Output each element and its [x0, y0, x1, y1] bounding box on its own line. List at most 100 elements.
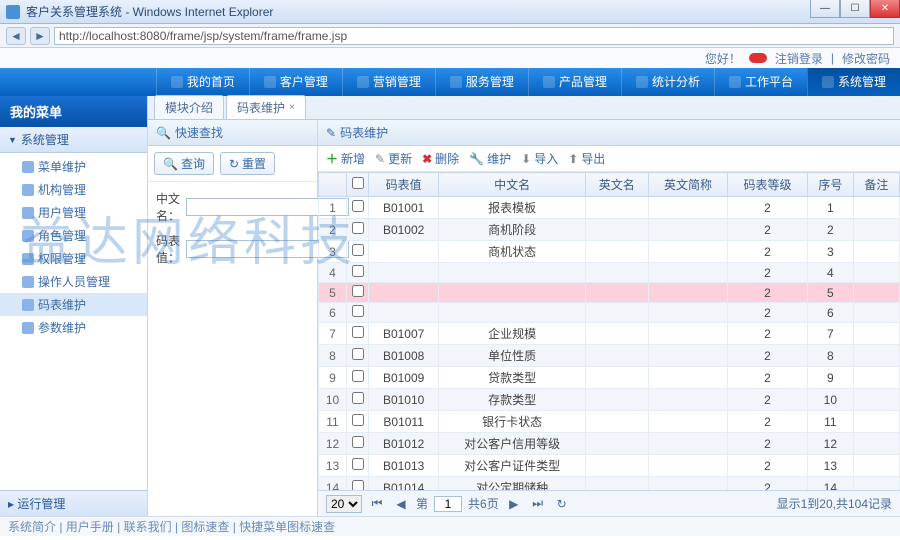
row-checkbox[interactable] — [352, 348, 364, 360]
select-all-checkbox[interactable] — [352, 177, 364, 189]
sidebar-group-system[interactable]: ▼ 系统管理 — [0, 127, 147, 153]
row-checkbox[interactable] — [352, 326, 364, 338]
col-header[interactable]: 序号 — [807, 173, 853, 197]
nav-icon — [636, 76, 648, 88]
row-checkbox[interactable] — [352, 480, 364, 490]
url-input[interactable]: http://localhost:8080/frame/jsp/system/f… — [54, 27, 894, 45]
sidebar-item[interactable]: 角色管理 — [0, 224, 147, 247]
table-row[interactable]: 1B01001报表模板21 — [319, 197, 900, 219]
edit-button[interactable]: ✎更新 — [375, 150, 412, 167]
window-titlebar: 客户关系管理系统 - Windows Internet Explorer — ☐… — [0, 0, 900, 24]
row-checkbox[interactable] — [352, 265, 364, 277]
nav-item[interactable]: 我的首页 — [156, 68, 249, 96]
add-button[interactable]: ＋新增 — [326, 150, 365, 167]
prev-page-button[interactable]: ◀ — [392, 495, 410, 513]
maintain-button[interactable]: 🔧维护 — [469, 150, 511, 167]
sidebar-item[interactable]: 参数维护 — [0, 316, 147, 339]
row-checkbox[interactable] — [352, 244, 364, 256]
last-page-button[interactable]: ⏭ — [529, 495, 547, 513]
sidebar-group-operation[interactable]: ▸ 运行管理 — [0, 490, 147, 516]
next-page-button[interactable]: ▶ — [505, 495, 523, 513]
nav-item[interactable]: 客户管理 — [249, 68, 342, 96]
col-header[interactable]: 英文名 — [585, 173, 648, 197]
close-tab-icon[interactable]: × — [289, 102, 295, 113]
table-row[interactable]: 525 — [319, 283, 900, 303]
table-row[interactable]: 14B01014对公定期储种214 — [319, 477, 900, 491]
nav-item[interactable]: 统计分析 — [621, 68, 714, 96]
nav-item[interactable]: 服务管理 — [435, 68, 528, 96]
refresh-button[interactable]: ↻ — [553, 495, 571, 513]
nav-item[interactable]: 产品管理 — [528, 68, 621, 96]
query-button[interactable]: 🔍查询 — [154, 152, 214, 175]
close-button[interactable]: ✕ — [870, 0, 900, 18]
sidebar-item[interactable]: 操作人员管理 — [0, 270, 147, 293]
table-row[interactable]: 3商机状态23 — [319, 241, 900, 263]
minimize-button[interactable]: — — [810, 0, 840, 18]
chevron-right-icon: ▸ — [8, 497, 14, 511]
maximize-button[interactable]: ☐ — [840, 0, 870, 18]
sidebar-item[interactable]: 用户管理 — [0, 201, 147, 224]
row-checkbox[interactable] — [352, 414, 364, 426]
row-checkbox[interactable] — [352, 458, 364, 470]
search-panel-header: 🔍 快速查找 — [148, 120, 317, 146]
table-row[interactable]: 11B01011银行卡状态211 — [319, 411, 900, 433]
nav-icon — [729, 76, 741, 88]
col-index — [319, 173, 347, 197]
pager: 20 ⏮ ◀ 第 共6页 ▶ ⏭ ↻ 显示1到20,共104记录 — [318, 490, 900, 516]
sidebar-item[interactable]: 菜单维护 — [0, 155, 147, 178]
table-row[interactable]: 2B01002商机阶段22 — [319, 219, 900, 241]
sidebar-item[interactable]: 码表维护 — [0, 293, 147, 316]
nav-item[interactable]: 工作平台 — [714, 68, 807, 96]
row-checkbox[interactable] — [352, 222, 364, 234]
table-row[interactable]: 626 — [319, 303, 900, 323]
forward-button[interactable]: ► — [30, 27, 50, 45]
wrench-icon: 🔧 — [469, 152, 484, 166]
row-checkbox[interactable] — [352, 200, 364, 212]
col-header[interactable]: 码表等级 — [728, 173, 808, 197]
table-row[interactable]: 13B01013对公客户证件类型213 — [319, 455, 900, 477]
menu-item-icon — [22, 276, 34, 288]
address-bar: ◄ ► http://localhost:8080/frame/jsp/syst… — [0, 24, 900, 48]
page-input[interactable] — [434, 496, 462, 512]
nav-icon — [543, 76, 555, 88]
grid-toolbar: ＋新增 ✎更新 ✖删除 🔧维护 ⬇导入 ⬆导出 — [318, 146, 900, 172]
logout-link[interactable]: 注销登录 — [775, 50, 823, 67]
export-button[interactable]: ⬆导出 — [568, 150, 605, 167]
table-row[interactable]: 424 — [319, 263, 900, 283]
menu-item-icon — [22, 207, 34, 219]
table-row[interactable]: 8B01008单位性质28 — [319, 345, 900, 367]
table-row[interactable]: 9B01009贷款类型29 — [319, 367, 900, 389]
row-checkbox[interactable] — [352, 392, 364, 404]
nav-icon — [264, 76, 276, 88]
grid-panel-header: ✎ 码表维护 — [318, 120, 900, 146]
tab[interactable]: 模块介绍 — [154, 95, 224, 119]
edit-icon: ✎ — [326, 126, 336, 140]
sidebar-item[interactable]: 机构管理 — [0, 178, 147, 201]
nav-item[interactable]: 营销管理 — [342, 68, 435, 96]
col-header[interactable]: 备注 — [853, 173, 899, 197]
back-button[interactable]: ◄ — [6, 27, 26, 45]
row-checkbox[interactable] — [352, 370, 364, 382]
nav-item[interactable]: 系统管理 — [807, 68, 900, 96]
delete-button[interactable]: ✖删除 — [422, 150, 459, 167]
table-row[interactable]: 7B01007企业规模27 — [319, 323, 900, 345]
row-checkbox[interactable] — [352, 436, 364, 448]
footer-links[interactable]: 系统简介 | 用户手册 | 联系我们 | 图标速查 | 快捷菜单图标速查 — [0, 516, 900, 536]
import-button[interactable]: ⬇导入 — [521, 150, 558, 167]
page-size-select[interactable]: 20 — [326, 495, 362, 513]
col-header[interactable]: 码表值 — [369, 173, 439, 197]
col-header[interactable]: 中文名 — [439, 173, 586, 197]
change-password-link[interactable]: 修改密码 — [842, 50, 890, 67]
sidebar-item[interactable]: 权限管理 — [0, 247, 147, 270]
tab[interactable]: 码表维护× — [226, 95, 306, 119]
menu-item-icon — [22, 299, 34, 311]
chevron-down-icon: ▼ — [8, 135, 17, 145]
first-page-button[interactable]: ⏮ — [368, 495, 386, 513]
pencil-icon: ✎ — [375, 152, 385, 166]
table-row[interactable]: 10B01010存款类型210 — [319, 389, 900, 411]
reset-button[interactable]: ↻重置 — [220, 152, 275, 175]
row-checkbox[interactable] — [352, 305, 364, 317]
table-row[interactable]: 12B01012对公客户信用等级212 — [319, 433, 900, 455]
row-checkbox[interactable] — [352, 285, 364, 297]
col-header[interactable]: 英文简称 — [648, 173, 728, 197]
